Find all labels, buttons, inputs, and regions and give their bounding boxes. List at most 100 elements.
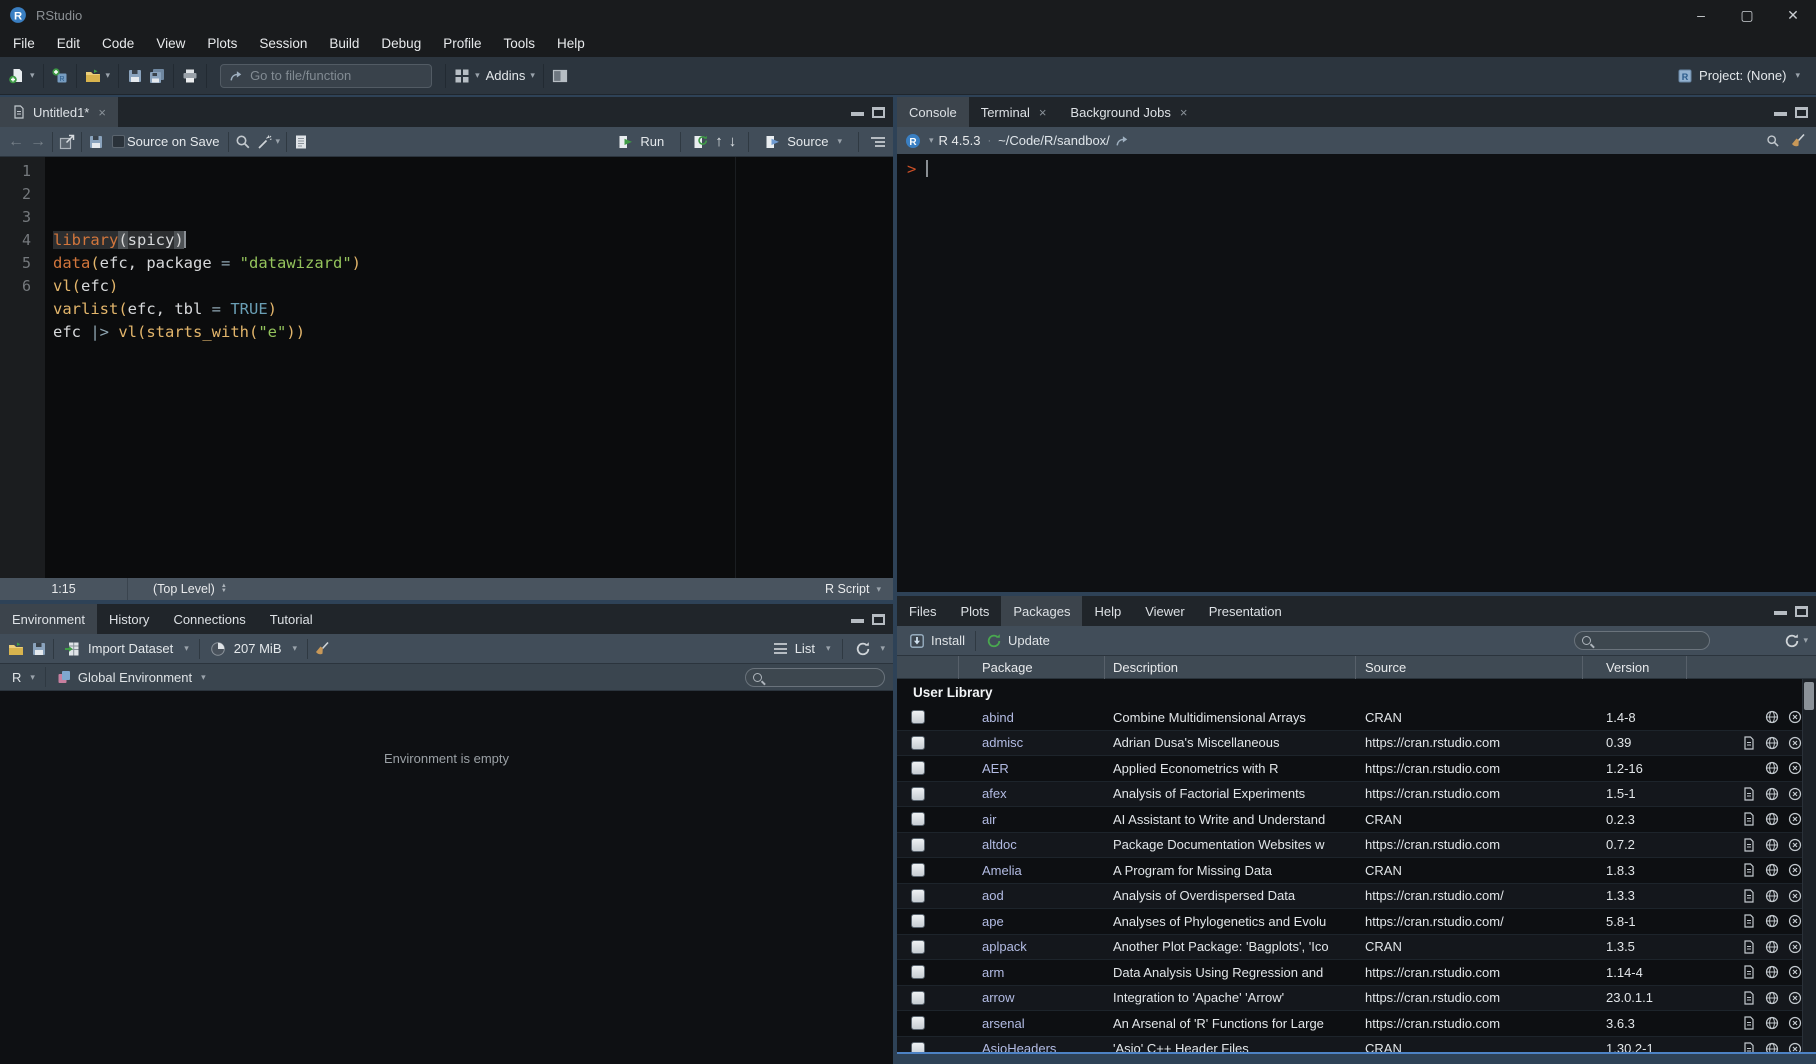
menu-edit[interactable]: Edit (46, 30, 91, 57)
browse-manual-icon[interactable] (1742, 1042, 1756, 1052)
package-website-icon[interactable] (1765, 940, 1779, 954)
browse-manual-icon[interactable] (1742, 914, 1756, 928)
tab-viewer[interactable]: Viewer (1133, 596, 1197, 626)
remove-package-icon[interactable] (1788, 761, 1802, 775)
package-checkbox[interactable] (911, 914, 925, 928)
new-project-button[interactable] (49, 68, 71, 84)
save-all-button[interactable] (146, 68, 168, 84)
package-website-icon[interactable] (1765, 838, 1779, 852)
forward-icon[interactable]: → (30, 133, 46, 151)
remove-package-icon[interactable] (1788, 1016, 1802, 1030)
close-icon[interactable]: × (98, 105, 106, 120)
package-name-link[interactable]: admisc (959, 735, 1105, 750)
minimize-pane-icon[interactable] (1774, 108, 1787, 116)
tab-help[interactable]: Help (1082, 596, 1133, 626)
window-maximize-button[interactable]: ▢ (1724, 0, 1770, 30)
window-minimize-button[interactable]: – (1678, 0, 1724, 30)
save-button[interactable] (124, 68, 146, 84)
cursor-position[interactable]: 1:15 (0, 582, 127, 596)
browse-manual-icon[interactable] (1742, 965, 1756, 979)
maximize-pane-icon[interactable] (1795, 606, 1808, 617)
package-checkbox[interactable] (911, 1016, 925, 1030)
menu-tools[interactable]: Tools (492, 30, 546, 57)
remove-package-icon[interactable] (1788, 940, 1802, 954)
remove-package-icon[interactable] (1788, 1042, 1802, 1052)
search-icon[interactable] (1766, 134, 1780, 148)
tab-plots[interactable]: Plots (948, 596, 1001, 626)
scrollbar-track[interactable] (1802, 679, 1816, 1052)
package-website-icon[interactable] (1765, 710, 1779, 724)
menu-plots[interactable]: Plots (196, 30, 248, 57)
remove-package-icon[interactable] (1788, 838, 1802, 852)
package-checkbox[interactable] (911, 863, 925, 877)
browse-manual-icon[interactable] (1742, 940, 1756, 954)
code-tools-wand-icon[interactable] (257, 134, 273, 150)
package-checkbox[interactable] (911, 991, 925, 1005)
project-selector[interactable]: Project: (None) ▾ (1677, 68, 1810, 84)
compile-report-icon[interactable] (293, 134, 309, 150)
package-website-icon[interactable] (1765, 965, 1779, 979)
minimize-pane-icon[interactable] (1774, 607, 1787, 615)
remove-package-icon[interactable] (1788, 787, 1802, 801)
package-name-link[interactable]: aod (959, 888, 1105, 903)
back-icon[interactable]: ← (8, 133, 24, 151)
run-button[interactable]: Run (614, 134, 668, 150)
tab-terminal[interactable]: Terminal× (969, 97, 1059, 127)
rerun-icon[interactable] (693, 134, 709, 150)
package-name-link[interactable]: altdoc (959, 837, 1105, 852)
remove-package-icon[interactable] (1788, 812, 1802, 826)
browse-manual-icon[interactable] (1742, 1016, 1756, 1030)
menu-code[interactable]: Code (91, 30, 145, 57)
print-button[interactable] (179, 68, 201, 84)
view-mode-label[interactable]: List (795, 641, 815, 656)
maximize-pane-icon[interactable] (872, 614, 885, 625)
browse-manual-icon[interactable] (1742, 838, 1756, 852)
console-input[interactable]: > (897, 154, 1816, 592)
package-name-link[interactable]: arrow (959, 990, 1105, 1005)
menu-view[interactable]: View (145, 30, 196, 57)
open-file-button[interactable]: ▾ (82, 68, 114, 84)
popout-window-icon[interactable] (59, 134, 75, 150)
package-name-link[interactable]: Amelia (959, 863, 1105, 878)
pane-layout-button[interactable] (549, 68, 571, 84)
tab-console[interactable]: Console (897, 97, 969, 127)
goto-directory-icon[interactable] (1115, 134, 1129, 148)
install-button[interactable]: Install (905, 633, 969, 649)
tab-untitled1[interactable]: Untitled1* × (0, 97, 118, 127)
package-name-link[interactable]: air (959, 812, 1105, 827)
package-name-link[interactable]: aplpack (959, 939, 1105, 954)
header-description[interactable]: Description (1105, 656, 1356, 679)
tab-history[interactable]: History (97, 604, 161, 634)
remove-package-icon[interactable] (1788, 736, 1802, 750)
refresh-icon[interactable] (855, 641, 871, 657)
remove-package-icon[interactable] (1788, 863, 1802, 877)
window-close-button[interactable]: ✕ (1770, 0, 1816, 30)
menu-file[interactable]: File (2, 30, 46, 57)
source-on-save-checkbox[interactable] (112, 135, 125, 148)
save-icon[interactable] (88, 134, 104, 150)
header-source[interactable]: Source (1356, 656, 1583, 679)
new-file-button[interactable]: ▾ (6, 68, 38, 84)
browse-manual-icon[interactable] (1742, 991, 1756, 1005)
run-next-icon[interactable]: ↓ (729, 133, 737, 150)
package-website-icon[interactable] (1765, 991, 1779, 1005)
packages-refresh-button[interactable]: ▾ (1784, 633, 1808, 649)
memory-usage-button[interactable]: 207 MiB ▾ (206, 641, 301, 657)
package-name-link[interactable]: arsenal (959, 1016, 1105, 1031)
tab-background-jobs[interactable]: Background Jobs× (1058, 97, 1199, 127)
minimize-pane-icon[interactable] (851, 615, 864, 623)
addins-button[interactable]: Addins ▾ (483, 68, 538, 83)
language-selector[interactable]: R ▾ (8, 670, 39, 685)
source-button[interactable]: Source ▾ (761, 134, 846, 150)
package-website-icon[interactable] (1765, 761, 1779, 775)
package-checkbox[interactable] (911, 761, 925, 775)
tab-tutorial[interactable]: Tutorial (258, 604, 325, 634)
maximize-pane-icon[interactable] (872, 107, 885, 118)
tab-environment[interactable]: Environment (0, 604, 97, 634)
goto-file-function-input[interactable]: Go to file/function (220, 64, 432, 88)
package-name-link[interactable]: AER (959, 761, 1105, 776)
package-name-link[interactable]: ape (959, 914, 1105, 929)
clear-console-broom-icon[interactable] (1790, 133, 1806, 149)
code-editor[interactable]: 123456 library(spicy)data(efc, package =… (0, 157, 893, 578)
header-package[interactable]: Package (959, 656, 1105, 679)
